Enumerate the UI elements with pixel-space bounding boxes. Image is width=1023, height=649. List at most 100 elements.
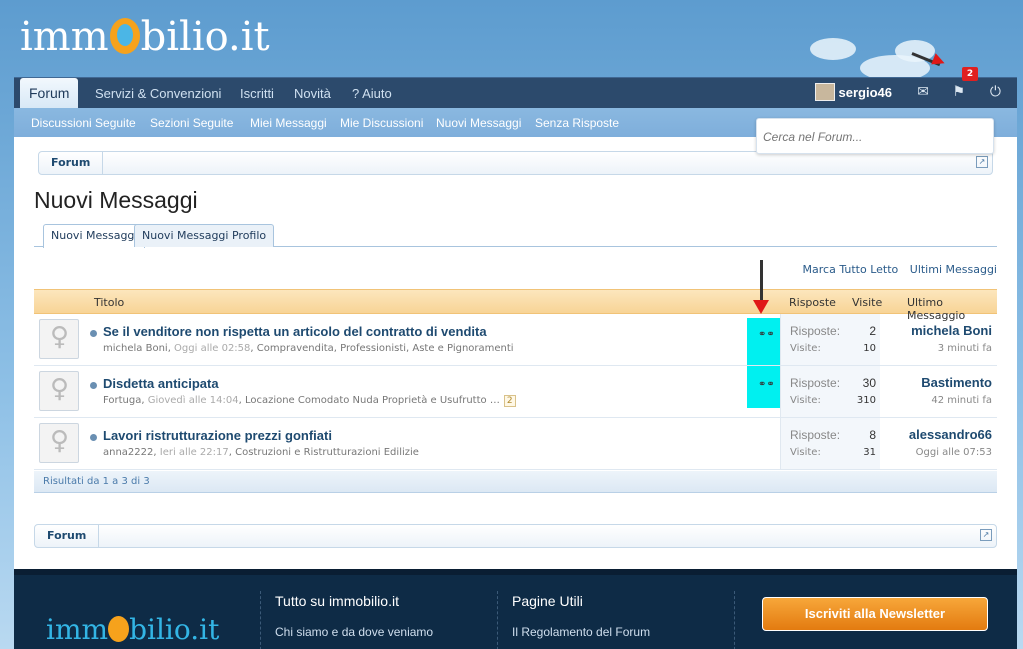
mark-all-read-link[interactable]: Marca Tutto Letto bbox=[803, 263, 899, 276]
breadcrumb: Forum ↗ bbox=[38, 151, 993, 175]
avatar[interactable] bbox=[39, 423, 79, 463]
avatar[interactable] bbox=[39, 371, 79, 411]
thread-date: Oggi alle 02:58 bbox=[174, 343, 251, 354]
watched-glasses-icon: ⚭⚭ bbox=[758, 379, 775, 390]
subnav-mie-discussioni[interactable]: Mie Discussioni bbox=[340, 116, 423, 130]
thread-date: Ieri alle 22:17 bbox=[159, 447, 229, 458]
subnav-nuovi-messaggi[interactable]: Nuovi Messaggi bbox=[436, 116, 521, 130]
newsletter-button[interactable]: Iscriviti alla Newsletter bbox=[762, 597, 988, 631]
unread-bullet-icon bbox=[90, 434, 97, 441]
table-row: Lavori ristrutturazione prezzi gonfiati … bbox=[34, 418, 997, 470]
breadcrumb-bottom: Forum ↗ bbox=[34, 524, 997, 548]
last-post-time[interactable]: 3 minuti fa bbox=[911, 343, 992, 354]
search-box bbox=[756, 118, 994, 154]
last-post: michela Boni 3 minuti fa bbox=[911, 323, 992, 354]
replies-label: Risposte: bbox=[790, 376, 841, 390]
subnav-discussioni-seguite[interactable]: Discussioni Seguite bbox=[31, 116, 136, 130]
thread-title[interactable]: Lavori ristrutturazione prezzi gonfiati bbox=[103, 428, 332, 443]
latest-messages-link[interactable]: Ultimi Messaggi bbox=[910, 263, 997, 276]
unread-bullet-icon bbox=[90, 330, 97, 337]
breadcrumb-forum[interactable]: Forum bbox=[35, 525, 100, 547]
subnav-sezioni-seguite[interactable]: Sezioni Seguite bbox=[150, 116, 233, 130]
alerts-flag-icon[interactable]: ⚑ bbox=[952, 84, 965, 100]
jump-icon[interactable]: ↗ bbox=[980, 529, 992, 541]
last-post-time[interactable]: Oggi alle 07:53 bbox=[909, 447, 992, 458]
logout-icon[interactable]: ⏻ bbox=[990, 84, 1001, 100]
logo-mascot-icon bbox=[109, 18, 140, 54]
page-link[interactable]: 2 bbox=[503, 395, 516, 407]
last-post-user[interactable]: michela Boni bbox=[911, 323, 992, 338]
annotation-arrow-down bbox=[760, 260, 763, 304]
user-menu[interactable]: sergio46 bbox=[814, 83, 892, 101]
replies-count: 30 bbox=[862, 376, 876, 390]
watched-glasses-icon: ⚭⚭ bbox=[758, 329, 775, 340]
thread-stats: Risposte: 30 Visite: 310 bbox=[780, 366, 880, 417]
thread-meta: anna2222, Ieri alle 22:17, Costruzioni e… bbox=[103, 447, 419, 458]
replies-count: 8 bbox=[869, 428, 876, 442]
last-post-user[interactable]: Bastimento bbox=[921, 375, 992, 390]
subnav-senza-risposte[interactable]: Senza Risposte bbox=[535, 116, 619, 130]
footer-logo[interactable]: imm bilio.it bbox=[46, 613, 219, 646]
results-count: Risultati da 1 a 3 di 3 bbox=[34, 471, 997, 493]
breadcrumb-forum[interactable]: Forum bbox=[39, 152, 104, 174]
last-post: alessandro66 Oggi alle 07:53 bbox=[909, 427, 992, 458]
replies-label: Risposte: bbox=[790, 428, 841, 442]
views-count: 10 bbox=[863, 343, 876, 354]
views-label: Visite: bbox=[790, 343, 821, 354]
table-header: Titolo Risposte Visite Ultimo Messaggio bbox=[34, 289, 997, 322]
footer-link-chi-siamo[interactable]: Chi siamo e da dove veniamo bbox=[275, 625, 433, 639]
page-links: Marca Tutto Letto Ultimi Messaggi bbox=[795, 263, 997, 276]
footer: imm bilio.it Tutto su immobilio.it Chi si… bbox=[14, 569, 1017, 649]
views-label: Visite: bbox=[790, 395, 821, 406]
thread-sections[interactable]: Costruzioni e Ristrutturazioni Edilizie bbox=[235, 447, 419, 458]
thread-title[interactable]: Disdetta anticipata bbox=[103, 376, 219, 391]
footer-link-regolamento[interactable]: Il Regolamento del Forum bbox=[512, 625, 650, 639]
replies-count: 2 bbox=[869, 324, 876, 338]
username: sergio46 bbox=[838, 85, 892, 100]
inbox-icon[interactable]: ✉ bbox=[917, 84, 929, 100]
thread-author[interactable]: Fortuga bbox=[103, 395, 141, 406]
footer-col1-title: Tutto su immobilio.it bbox=[275, 593, 399, 609]
last-post-user[interactable]: alessandro66 bbox=[909, 427, 992, 442]
last-post: Bastimento 42 minuti fa bbox=[921, 375, 992, 406]
tab-aiuto[interactable]: ? Aiuto bbox=[343, 78, 401, 109]
logo-mascot-icon bbox=[108, 616, 130, 642]
tab-servizi[interactable]: Servizi & Convenzioni bbox=[86, 78, 230, 109]
thread-author[interactable]: michela Boni bbox=[103, 343, 168, 354]
thread-stats: Risposte: 2 Visite: 10 bbox=[780, 314, 880, 365]
tab-novita[interactable]: Novità bbox=[285, 78, 340, 109]
subnav-miei-messaggi[interactable]: Miei Messaggi bbox=[250, 116, 327, 130]
page-tabs: Nuovi Messaggi Nuovi Messaggi Profilo bbox=[34, 222, 997, 248]
tab-nuovi-messaggi-profilo[interactable]: Nuovi Messaggi Profilo bbox=[134, 224, 275, 247]
notification-badge: 2 bbox=[962, 67, 978, 81]
thread-date: Giovedì alle 14:04 bbox=[147, 395, 239, 406]
jump-icon[interactable]: ↗ bbox=[976, 156, 988, 168]
avatar[interactable] bbox=[39, 319, 79, 359]
tab-forum[interactable]: Forum bbox=[20, 78, 79, 109]
annotation-arrow-down-head bbox=[753, 300, 769, 314]
replies-label: Risposte: bbox=[790, 324, 841, 338]
site-logo[interactable]: imm bilio.it bbox=[20, 14, 270, 60]
footer-col2-title: Pagine Utili bbox=[512, 593, 583, 609]
views-count: 31 bbox=[863, 447, 876, 458]
main-nav: Forum Servizi & Convenzioni Iscritti Nov… bbox=[14, 77, 1017, 109]
thread-title[interactable]: Se il venditore non rispetta un articolo… bbox=[103, 324, 487, 339]
unread-bullet-icon bbox=[90, 382, 97, 389]
header-title[interactable]: Titolo bbox=[94, 296, 124, 309]
thread-sections[interactable]: Locazione Comodato Nuda Proprietà e Usuf… bbox=[245, 395, 487, 406]
tab-nuovi-messaggi[interactable]: Nuovi Messaggi bbox=[43, 224, 146, 248]
thread-sections[interactable]: Compravendita, Professionisti, Aste e Pi… bbox=[257, 343, 514, 354]
avatar bbox=[814, 83, 835, 101]
page-title: Nuovi Messaggi bbox=[34, 187, 198, 213]
tab-iscritti[interactable]: Iscritti bbox=[231, 78, 283, 109]
table-row: Se il venditore non rispetta un articolo… bbox=[34, 314, 997, 366]
views-label: Visite: bbox=[790, 447, 821, 458]
table-row: Disdetta anticipata Fortuga, Giovedì all… bbox=[34, 366, 997, 418]
header-replies[interactable]: Risposte bbox=[789, 296, 836, 309]
last-post-time[interactable]: 42 minuti fa bbox=[921, 395, 992, 406]
thread-meta: michela Boni, Oggi alle 02:58, Compraven… bbox=[103, 343, 514, 354]
header-views[interactable]: Visite bbox=[852, 296, 882, 309]
search-input[interactable] bbox=[763, 128, 985, 146]
thread-author[interactable]: anna2222 bbox=[103, 447, 153, 458]
views-count: 310 bbox=[856, 395, 876, 406]
